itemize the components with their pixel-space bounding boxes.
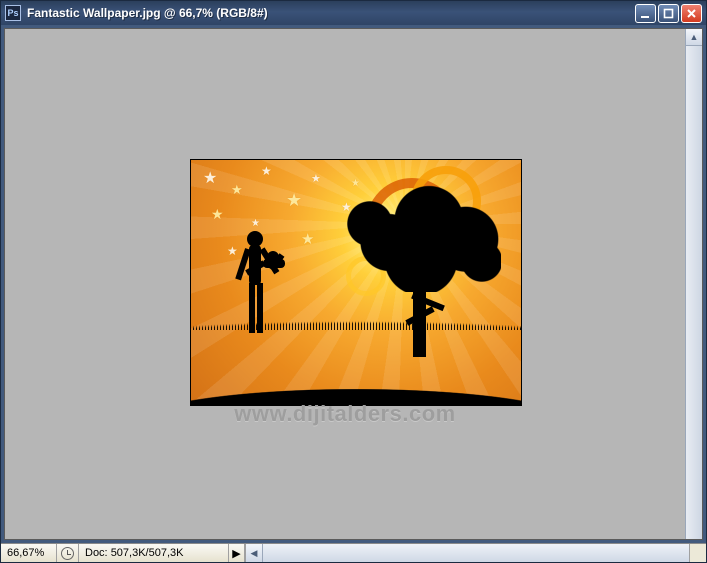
maximize-button[interactable] xyxy=(658,4,679,23)
image-canvas[interactable]: ★ ★ ★ ★ ★ ★ ★ ★ ★ ★ ★ ★ xyxy=(190,159,522,406)
doc-value: 507,3K/507,3K xyxy=(111,547,184,559)
zoom-field[interactable]: 66,67% xyxy=(1,544,57,562)
scroll-left-arrow-icon[interactable]: ◀ xyxy=(246,544,263,562)
title-bar[interactable]: Ps Fantastic Wallpaper.jpg @ 66,7% (RGB/… xyxy=(1,1,706,25)
clock-icon xyxy=(61,547,74,560)
grass-silhouette xyxy=(190,312,522,406)
canvas-area[interactable]: ★ ★ ★ ★ ★ ★ ★ ★ ★ ★ ★ ★ xyxy=(5,29,685,539)
horizontal-scrollbar[interactable]: ◀ xyxy=(245,544,689,562)
doc-label: Doc: xyxy=(85,547,108,559)
status-menu-arrow-icon[interactable]: ▶ xyxy=(229,544,245,562)
scroll-track[interactable] xyxy=(686,46,702,539)
app-icon: Ps xyxy=(5,5,21,21)
scroll-up-arrow-icon[interactable]: ▲ xyxy=(686,29,702,46)
resize-corner[interactable] xyxy=(689,544,706,562)
timing-icon[interactable] xyxy=(57,544,79,562)
minimize-button[interactable] xyxy=(635,4,656,23)
vertical-scrollbar[interactable]: ▲ xyxy=(685,29,702,539)
window-title: Fantastic Wallpaper.jpg @ 66,7% (RGB/8#) xyxy=(27,6,635,20)
scroll-track[interactable] xyxy=(263,544,689,562)
status-bar: 66,67% Doc: 507,3K/507,3K ▶ ◀ xyxy=(1,543,706,562)
document-frame: ★ ★ ★ ★ ★ ★ ★ ★ ★ ★ ★ ★ xyxy=(4,28,703,540)
doc-info[interactable]: Doc: 507,3K/507,3K xyxy=(79,544,229,562)
document-window: Ps Fantastic Wallpaper.jpg @ 66,7% (RGB/… xyxy=(0,0,707,563)
window-controls xyxy=(635,4,702,23)
close-button[interactable] xyxy=(681,4,702,23)
